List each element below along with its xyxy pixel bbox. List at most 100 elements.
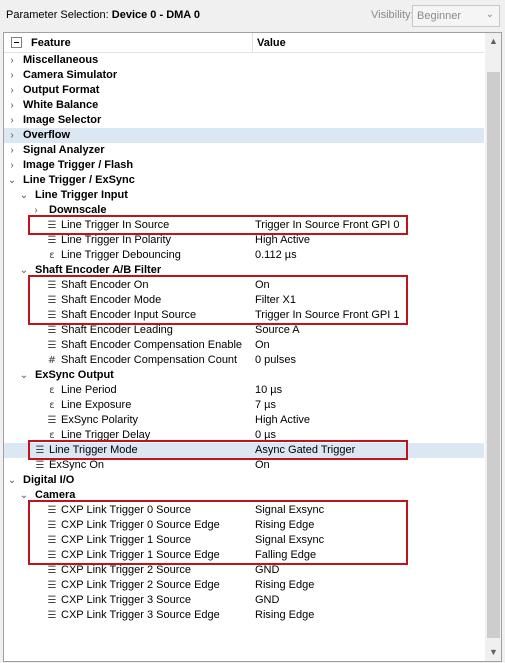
tree-parameter-row[interactable]: ε Line Period 10 µs [4, 383, 484, 398]
feature-value[interactable]: On [255, 458, 270, 473]
collapsed-chevron-icon[interactable]: › [7, 98, 17, 113]
feature-value[interactable]: Rising Edge [255, 578, 314, 593]
feature-value[interactable]: 7 µs [255, 398, 276, 413]
tree-category-row[interactable]: ⌄ Line Trigger / ExSync [4, 173, 484, 188]
visibility-select[interactable]: Beginner ⌄ [412, 5, 500, 27]
feature-value[interactable]: Falling Edge [255, 548, 316, 563]
tree-category-row[interactable]: ⌄ Camera [4, 488, 484, 503]
tree-parameter-row[interactable]: ☰ Shaft Encoder Compensation Enable On [4, 338, 484, 353]
feature-value[interactable]: High Active [255, 233, 310, 248]
collapsed-chevron-icon[interactable]: › [31, 203, 41, 218]
tree-category-row[interactable]: › Signal Analyzer [4, 143, 484, 158]
enum-list-icon: ☰ [47, 295, 57, 306]
scrollbar-thumb[interactable] [487, 72, 500, 638]
scroll-down-icon[interactable]: ▼ [485, 644, 501, 661]
collapsed-chevron-icon[interactable]: › [7, 128, 17, 143]
feature-value[interactable]: GND [255, 593, 279, 608]
collapsed-chevron-icon[interactable]: › [7, 53, 17, 68]
tree-parameter-row[interactable]: ☰ CXP Link Trigger 1 Source Edge Falling E… [4, 548, 484, 563]
tree-category-row[interactable]: ⌄ ExSync Output [4, 368, 484, 383]
tree-parameter-row[interactable]: ☰ ExSync Polarity High Active [4, 413, 484, 428]
tree-category-row[interactable]: › Overflow [4, 128, 484, 143]
tree-parameter-row[interactable]: ☰ Shaft Encoder Mode Filter X1 [4, 293, 484, 308]
tree-parameter-row[interactable]: # Shaft Encoder Compensation Count 0 pulse… [4, 353, 484, 368]
feature-value[interactable]: 0 µs [255, 428, 276, 443]
tree-parameter-row[interactable]: ε Line Trigger Debouncing 0.112 µs [4, 248, 484, 263]
tree-category-row[interactable]: › Image Trigger / Flash [4, 158, 484, 173]
tree-category-row[interactable]: › Downscale [4, 203, 484, 218]
tree-category-row[interactable]: › Image Selector [4, 113, 484, 128]
feature-name: Line Trigger Mode [49, 444, 138, 456]
tree-parameter-row[interactable]: ☰ CXP Link Trigger 1 Source Signal Exsync [4, 533, 484, 548]
tree-parameter-row[interactable]: ε Line Trigger Delay 0 µs [4, 428, 484, 443]
feature-value[interactable]: 10 µs [255, 383, 282, 398]
tree-parameter-row[interactable]: ☰ CXP Link Trigger 0 Source Edge Rising Ed… [4, 518, 484, 533]
scroll-up-icon[interactable]: ▲ [485, 33, 501, 50]
collapse-all-icon[interactable] [11, 37, 22, 48]
feature-value[interactable]: On [255, 278, 270, 293]
feature-value[interactable]: 0.112 µs [255, 248, 297, 263]
tree-parameter-row[interactable]: ☰ CXP Link Trigger 0 Source Signal Exsync [4, 503, 484, 518]
feature-value[interactable]: Signal Exsync [255, 503, 324, 518]
feature-value[interactable]: Filter X1 [255, 293, 296, 308]
tree-parameter-row[interactable]: ☰ CXP Link Trigger 2 Source Edge Rising Ed… [4, 578, 484, 593]
value-column-header[interactable]: Value [257, 37, 286, 49]
tree-category-row[interactable]: ⌄ Digital I/O [4, 473, 484, 488]
feature-value[interactable]: Async Gated Trigger [255, 443, 355, 458]
tree-category-row[interactable]: ⌄ Line Trigger Input [4, 188, 484, 203]
tree-parameter-row[interactable]: ☰ Line Trigger In Source Trigger In Source… [4, 218, 484, 233]
collapsed-chevron-icon[interactable]: › [7, 158, 17, 173]
feature-column-header[interactable]: Feature [31, 37, 71, 49]
feature-name: CXP Link Trigger 0 Source [61, 504, 192, 516]
collapsed-chevron-icon[interactable]: › [7, 83, 17, 98]
feature-value[interactable]: GND [255, 563, 279, 578]
feature-name: Line Trigger / ExSync [23, 174, 135, 186]
expanded-chevron-icon[interactable]: ⌄ [7, 173, 17, 188]
tree-parameter-row[interactable]: ☰ ExSync On On [4, 458, 484, 473]
feature-value[interactable]: High Active [255, 413, 310, 428]
tree-parameter-row[interactable]: ☰ Shaft Encoder Leading Source A [4, 323, 484, 338]
feature-value[interactable]: Trigger In Source Front GPI 0 [255, 218, 399, 233]
tree-category-row[interactable]: › Miscellaneous [4, 53, 484, 68]
tree-category-row[interactable]: › Output Format [4, 83, 484, 98]
feature-value[interactable]: Signal Exsync [255, 533, 324, 548]
expanded-chevron-icon[interactable]: ⌄ [19, 488, 29, 503]
tree-parameter-row[interactable]: ☰ CXP Link Trigger 3 Source Edge Rising Ed… [4, 608, 484, 623]
collapsed-chevron-icon[interactable]: › [7, 143, 17, 158]
tree-parameter-row[interactable]: ☰ CXP Link Trigger 2 Source GND [4, 563, 484, 578]
feature-value[interactable]: Source A [255, 323, 300, 338]
expanded-chevron-icon[interactable]: ⌄ [19, 188, 29, 203]
tree-parameter-row[interactable]: ☰ Line Trigger Mode Async Gated Trigger [4, 443, 484, 458]
vertical-scrollbar[interactable]: ▲ ▼ [485, 33, 501, 661]
enum-list-icon: ☰ [47, 520, 57, 531]
feature-value[interactable]: Trigger In Source Front GPI 1 [255, 308, 399, 323]
feature-value[interactable]: Rising Edge [255, 518, 314, 533]
parameter-selection-label: Parameter Selection: Device 0 - DMA 0 [6, 9, 201, 21]
tree-parameter-row[interactable]: ☰ Shaft Encoder On On [4, 278, 484, 293]
expanded-chevron-icon[interactable]: ⌄ [19, 263, 29, 278]
feature-value[interactable]: 0 pulses [255, 353, 296, 368]
expanded-chevron-icon[interactable]: ⌄ [7, 473, 17, 488]
tree-parameter-row[interactable]: ε Line Exposure 7 µs [4, 398, 484, 413]
tree-category-row[interactable]: › Camera Simulator [4, 68, 484, 83]
parameter-header: Parameter Selection: Device 0 - DMA 0 Vi… [0, 0, 505, 32]
column-divider[interactable] [252, 33, 253, 53]
feature-value[interactable]: On [255, 338, 270, 353]
feature-name: Shaft Encoder A/B Filter [35, 264, 162, 276]
visibility-label: Visibility: [371, 9, 414, 21]
feature-value[interactable]: Rising Edge [255, 608, 314, 623]
feature-name: Line Trigger Delay [61, 429, 151, 441]
enum-list-icon: ☰ [47, 220, 57, 231]
feature-name: Line Trigger Input [35, 189, 128, 201]
tree-category-row[interactable]: › White Balance [4, 98, 484, 113]
expanded-chevron-icon[interactable]: ⌄ [19, 368, 29, 383]
feature-name: CXP Link Trigger 0 Source Edge [61, 519, 220, 531]
tree-parameter-row[interactable]: ☰ Line Trigger In Polarity High Active [4, 233, 484, 248]
tree-parameter-row[interactable]: ☰ CXP Link Trigger 3 Source GND [4, 593, 484, 608]
feature-name: Miscellaneous [23, 54, 99, 66]
enum-list-icon: ☰ [47, 595, 57, 606]
tree-parameter-row[interactable]: ☰ Shaft Encoder Input Source Trigger In So… [4, 308, 484, 323]
collapsed-chevron-icon[interactable]: › [7, 68, 17, 83]
collapsed-chevron-icon[interactable]: › [7, 113, 17, 128]
tree-category-row[interactable]: ⌄ Shaft Encoder A/B Filter [4, 263, 484, 278]
